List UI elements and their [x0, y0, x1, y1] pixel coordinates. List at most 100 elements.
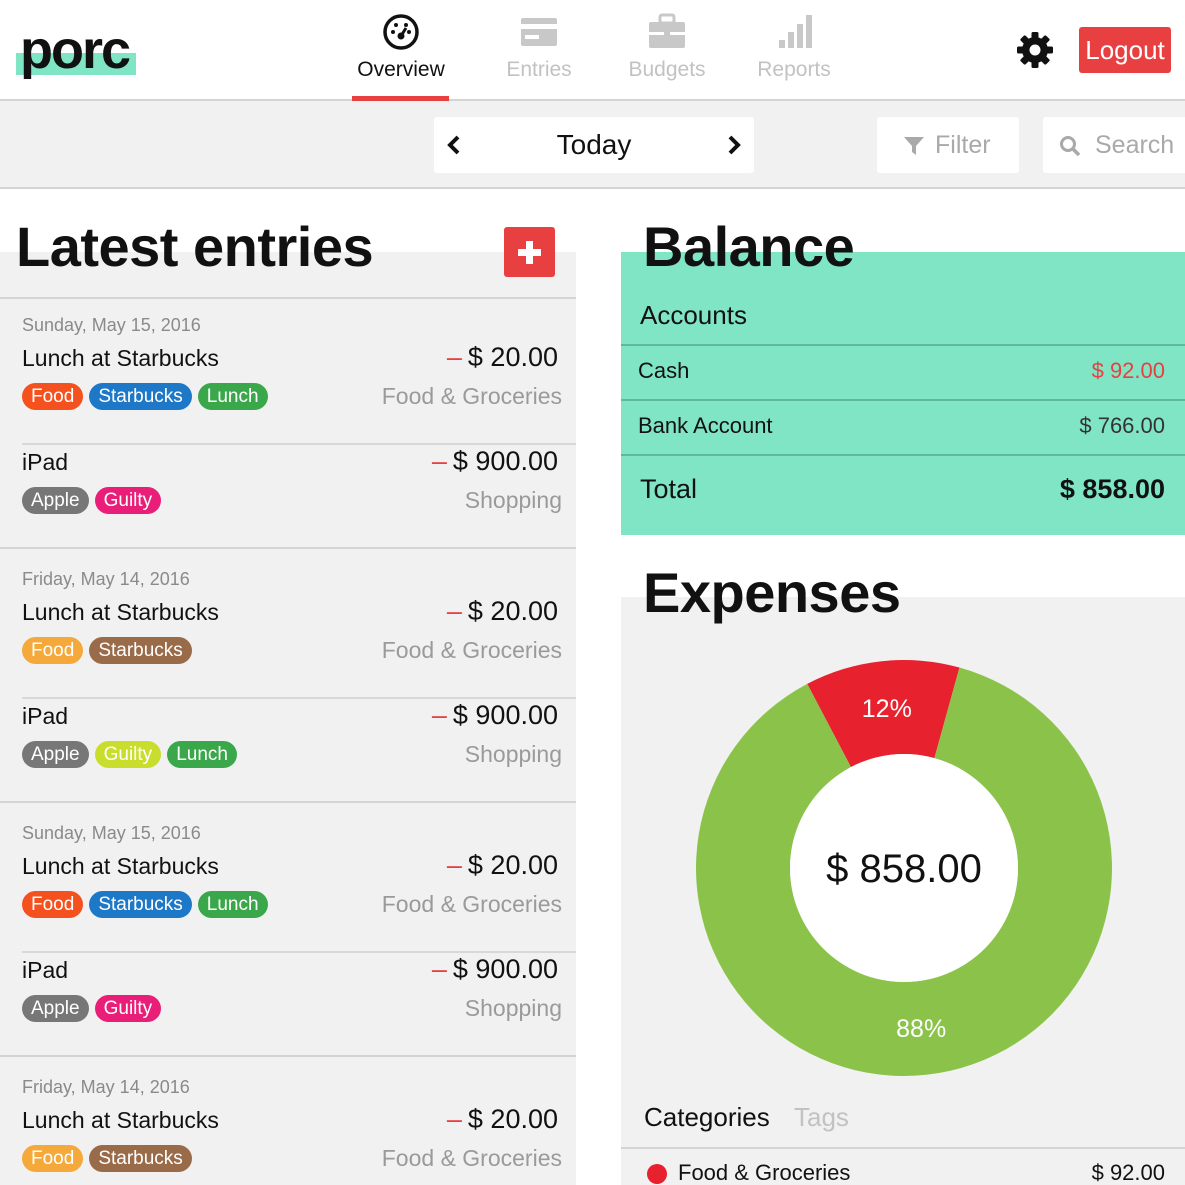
tag-pill[interactable]: Lunch	[167, 741, 237, 768]
expenses-title: Expenses	[643, 561, 901, 624]
entry-amount: – $ 20.00	[447, 596, 558, 627]
entry-tags: Apple Guilty	[22, 995, 162, 1022]
tag-pill[interactable]: Guilty	[94, 487, 162, 514]
total-label: Total	[640, 474, 698, 504]
entry-row[interactable]: iPad – $ 900.00 Apple Guilty Shopping	[0, 446, 576, 553]
search-label: Search	[1095, 131, 1175, 159]
search-button[interactable]: Search	[1043, 117, 1185, 173]
entry-divider	[22, 697, 576, 699]
next-date-button[interactable]	[720, 131, 748, 159]
latest-entries-title: Latest entries	[16, 215, 374, 278]
account-row-bank[interactable]: Bank Account $ 766.00	[621, 401, 1185, 455]
entry-name: Lunch at Starbucks	[22, 345, 219, 371]
entry-name: iPad	[22, 957, 69, 983]
entry-row[interactable]: Lunch at Starbucks – $ 20.00 Food Starbucks L…	[0, 342, 576, 449]
entry-name: Lunch at Starbucks	[22, 853, 219, 879]
entry-group-date: Sunday, May 15, 2016	[22, 315, 201, 335]
tab-categories[interactable]: Categories	[644, 1102, 770, 1133]
entry-category: Shopping	[464, 995, 562, 1021]
entry-name: Lunch at Starbucks	[22, 1107, 219, 1133]
entry-amount-sign: –	[446, 1104, 462, 1134]
tag-pill[interactable]: Apple	[22, 487, 89, 514]
tag-pill[interactable]: Apple	[22, 995, 89, 1022]
logout-button[interactable]: Logout	[1079, 27, 1171, 73]
nav-overview-label: Overview	[357, 58, 445, 81]
legend-color-dot	[647, 1164, 667, 1184]
nav-entries-label: Entries	[506, 58, 572, 81]
entry-amount: – $ 900.00	[432, 446, 558, 477]
tag-pill[interactable]: Food	[22, 891, 84, 918]
briefcase-icon	[649, 13, 685, 48]
tag-pill[interactable]: Guilty	[94, 995, 162, 1022]
chevron-right-icon	[728, 135, 741, 155]
tag-pill[interactable]: Starbucks	[89, 637, 192, 664]
tag-pill[interactable]: Starbucks	[89, 383, 192, 410]
entry-amount-value: $ 20.00	[467, 596, 558, 626]
entry-tags: Food Starbucks Lunch	[22, 891, 268, 918]
entry-group-date: Friday, May 14, 2016	[22, 1077, 190, 1097]
add-entry-button[interactable]	[504, 227, 555, 277]
entry-amount-sign: –	[431, 954, 447, 984]
entry-category: Food & Groceries	[381, 383, 562, 409]
accounts-heading: Accounts	[640, 300, 747, 330]
entry-amount-value: $ 20.00	[467, 342, 558, 372]
entry-category: Shopping	[464, 741, 562, 767]
entry-divider	[22, 951, 576, 953]
entry-row[interactable]: iPad – $ 900.00 Apple Guilty Shopping	[0, 954, 576, 1061]
legend-value: $ 92.00	[1091, 1160, 1165, 1185]
account-row-cash[interactable]: Cash $ 92.00	[621, 346, 1185, 400]
entry-row[interactable]: Lunch at Starbucks – $ 20.00 Food Starbucks F…	[0, 1104, 576, 1185]
nav-reports[interactable]: Reports	[734, 12, 854, 82]
account-value: $ 92.00	[1091, 358, 1165, 383]
entry-category: Food & Groceries	[381, 1145, 562, 1171]
nav-budgets[interactable]: Budgets	[607, 12, 727, 82]
entry-category: Food & Groceries	[381, 891, 562, 917]
entry-row[interactable]: Lunch at Starbucks – $ 20.00 Food Starbucks L…	[0, 850, 576, 957]
tag-pill[interactable]: Starbucks	[89, 1145, 192, 1172]
entry-amount-sign: –	[446, 596, 462, 626]
tag-pill[interactable]: Food	[22, 383, 84, 410]
tab-tags[interactable]: Tags	[794, 1102, 849, 1133]
nav-budgets-label: Budgets	[628, 58, 706, 81]
entry-tags: Apple Guilty	[22, 487, 162, 514]
tag-pill[interactable]: Starbucks	[89, 891, 192, 918]
entry-amount: – $ 900.00	[432, 700, 558, 731]
logo-text: porc	[20, 20, 131, 80]
porc-logo[interactable]: porc	[16, 20, 136, 82]
entry-divider	[22, 443, 576, 445]
entry-row[interactable]: iPad – $ 900.00 Apple Guilty Lunch Shopping	[0, 700, 576, 807]
legend-label: Food & Groceries	[678, 1160, 851, 1185]
group-divider	[0, 547, 576, 549]
tag-pill[interactable]: Guilty	[94, 741, 162, 768]
entry-row[interactable]: Lunch at Starbucks – $ 20.00 Food Starbucks F…	[0, 596, 576, 703]
balance-title: Balance	[643, 215, 855, 278]
legend-row-food[interactable]: Food & Groceries $ 92.00	[621, 1158, 1185, 1185]
entry-tags: Apple Guilty Lunch	[22, 741, 237, 768]
entries-top-divider	[0, 297, 576, 299]
expenses-tabs-divider	[621, 1147, 1185, 1149]
tag-pill[interactable]: Apple	[22, 741, 89, 768]
account-name: Cash	[638, 358, 690, 383]
entry-amount-sign: –	[431, 446, 447, 476]
entry-name: iPad	[22, 703, 69, 729]
group-divider	[0, 801, 576, 803]
entry-amount: – $ 20.00	[447, 850, 558, 881]
nav-entries[interactable]: Entries	[479, 12, 599, 82]
tag-pill[interactable]: Lunch	[197, 383, 268, 410]
date-toolbar: Today Filter Search	[0, 101, 1185, 189]
tag-pill[interactable]: Food	[22, 1145, 84, 1172]
tag-pill[interactable]: Lunch	[197, 891, 268, 918]
total-value: $ 858.00	[1059, 474, 1165, 504]
nav-overview[interactable]: Overview	[341, 12, 461, 82]
entry-amount: – $ 20.00	[447, 1104, 558, 1135]
filter-button[interactable]: Filter	[877, 117, 1019, 173]
entry-amount-value: $ 900.00	[452, 954, 558, 984]
filter-label: Filter	[935, 131, 991, 159]
account-value: $ 766.00	[1079, 413, 1165, 438]
tag-pill[interactable]: Food	[22, 637, 84, 664]
entry-amount-sign: –	[446, 850, 462, 880]
entry-tags: Food Starbucks	[22, 1145, 192, 1172]
gear-icon[interactable]	[1015, 30, 1055, 70]
entry-amount: – $ 20.00	[447, 342, 558, 373]
search-icon	[1060, 136, 1081, 157]
